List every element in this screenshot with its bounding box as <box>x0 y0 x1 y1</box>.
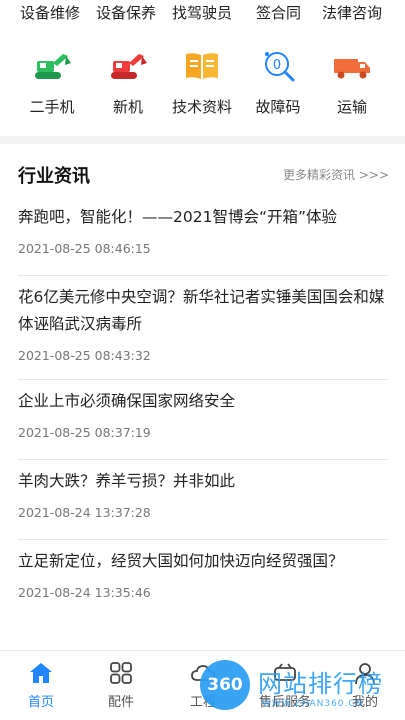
category-label: 运输 <box>336 98 367 116</box>
service-sign-contract[interactable]: 签合同 <box>256 2 301 23</box>
svg-text:0: 0 <box>273 58 281 73</box>
service-legal-consult[interactable]: 法律咨询 <box>322 2 382 23</box>
tab-label: 配件 <box>107 695 134 710</box>
category-used-machine[interactable]: 二手机 <box>14 50 90 130</box>
excavator-icon <box>111 54 147 79</box>
service-equipment-maintenance[interactable]: 设备保养 <box>96 2 156 23</box>
tab-label: 首页 <box>27 695 54 710</box>
tab-home[interactable]: 首页 <box>6 661 76 717</box>
service-find-driver[interactable]: 找驾驶员 <box>172 2 232 23</box>
category-transport[interactable]: 运输 <box>314 50 390 130</box>
grid-icon <box>110 662 132 684</box>
category-label: 二手机 <box>29 98 75 116</box>
more-news-link[interactable]: 更多精彩资讯 >>> <box>283 166 389 183</box>
book-icon <box>186 53 218 79</box>
news-item-date: 2021-08-24 13:35:46 <box>18 585 151 600</box>
watermark-url: WWW.ZHAN360.CN <box>262 699 364 709</box>
category-new-machine[interactable]: 新机 <box>90 50 166 130</box>
news-item-date: 2021-08-24 13:37:28 <box>18 505 151 520</box>
news-item-title: 羊肉大跌？养羊亏损？并非如此 <box>18 472 236 490</box>
news-item-date: 2021-08-25 08:43:32 <box>18 348 151 363</box>
service-equipment-repair[interactable]: 设备维修 <box>20 2 80 23</box>
category-label: 技术资料 <box>171 98 232 116</box>
category-label: 新机 <box>112 98 143 116</box>
news-item[interactable]: 羊肉大跌？养羊亏损？并非如此 2021-08-24 13:37:28 <box>18 468 388 540</box>
news-item-date: 2021-08-25 08:37:19 <box>18 425 151 440</box>
news-item[interactable]: 花6亿美元修中央空调？新华社记者实锤美国国会和媒体诬陷武汉病毒所 2021-08… <box>18 284 388 380</box>
news-header: 行业资讯 更多精彩资讯 >>> <box>0 144 405 200</box>
news-item[interactable]: 奔跑吧，智能化！——2021智博会“开箱”体验 2021-08-25 08:46… <box>18 204 388 276</box>
excavator-icon <box>35 54 71 79</box>
home-icon <box>30 663 52 683</box>
news-item-title: 企业上市必须确保国家网络安全 <box>18 392 236 410</box>
news-item-date: 2021-08-25 08:46:15 <box>18 241 151 256</box>
error-code-icon: 0 <box>265 52 295 82</box>
watermark-360-badge: 360 <box>200 660 250 710</box>
category-tech-docs[interactable]: 技术资料 <box>164 50 240 130</box>
category-label: 故障码 <box>255 98 301 116</box>
tab-parts[interactable]: 配件 <box>86 661 156 717</box>
news-item[interactable]: 立足新定位，经贸大国如何加快迈向经贸强国？ 2021-08-24 13:35:4… <box>18 548 388 620</box>
watermark-text: 网站排行榜 <box>258 670 383 698</box>
news-item-title: 花6亿美元修中央空调？新华社记者实锤美国国会和媒体诬陷武汉病毒所 <box>18 288 385 333</box>
news-item-title: 奔跑吧，智能化！——2021智博会“开箱”体验 <box>18 208 338 226</box>
industry-news-section: 行业资讯 更多精彩资讯 >>> 奔跑吧，智能化！——2021智博会“开箱”体验 … <box>0 144 405 650</box>
category-icon-row: 二手机 新机 技术资料 0 故障码 运输 <box>0 28 405 136</box>
news-section-title: 行业资讯 <box>18 166 90 187</box>
truck-icon <box>334 59 370 79</box>
category-error-codes[interactable]: 0 故障码 <box>240 50 316 130</box>
news-item[interactable]: 企业上市必须确保国家网络安全 2021-08-25 08:37:19 <box>18 388 388 460</box>
news-item-title: 立足新定位，经贸大国如何加快迈向经贸强国？ <box>18 552 344 570</box>
top-services-row: 设备维修 设备保养 找驾驶员 签合同 法律咨询 <box>0 0 405 28</box>
